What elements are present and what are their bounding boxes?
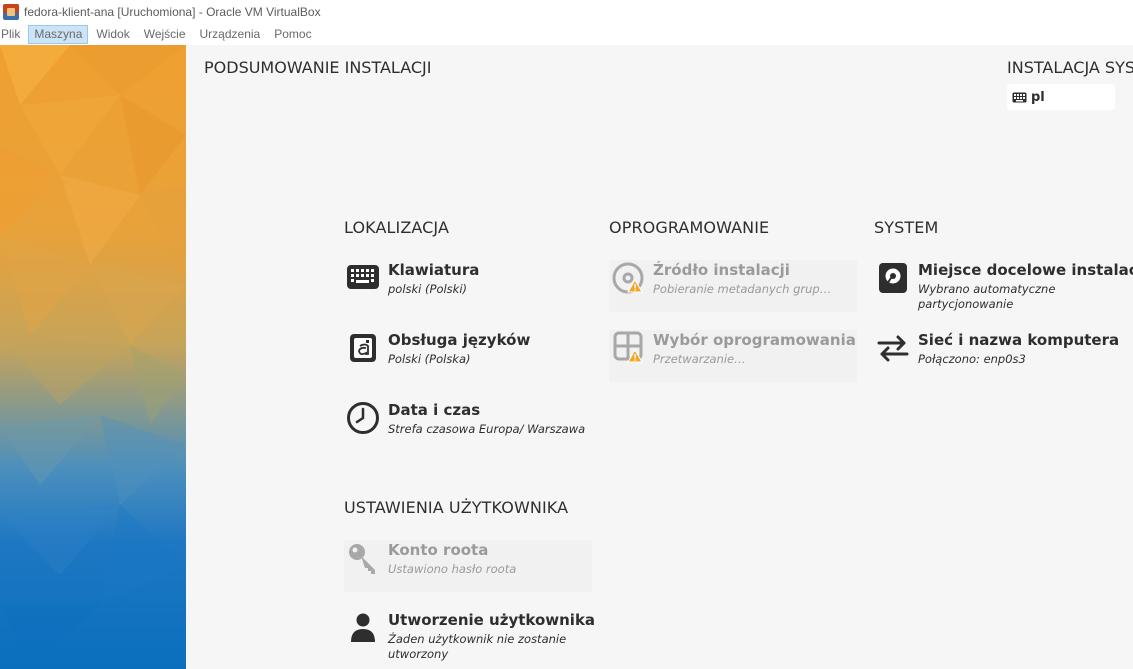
spoke-network-hostname[interactable]: Sieć i nazwa komputera Połączono: enp0s3 — [874, 330, 1124, 382]
section-localization-heading: LOKALIZACJA — [344, 218, 450, 237]
menu-maszyna[interactable]: Maszyna — [28, 25, 89, 44]
spoke-status: Ustawiono hasło roota — [388, 562, 517, 576]
clock-icon — [347, 402, 379, 434]
keyboard-icon — [347, 265, 379, 289]
spoke-software-selection: Wybór oprogramowania Przetwarzanie… — [609, 330, 857, 382]
spoke-name: Klawiatura — [388, 261, 480, 279]
spoke-name: Źródło instalacji — [653, 261, 790, 279]
keyboard-small-icon — [1012, 92, 1027, 102]
window-titlebar: fedora-klient-ana [Uruchomiona] - Oracle… — [0, 0, 1133, 24]
spoke-installation-source: Źródło instalacji Pobieranie metadanych … — [609, 260, 857, 312]
menu-plik[interactable]: Plik — [0, 25, 26, 44]
install-source-icon — [612, 262, 644, 294]
installer-sidebar — [0, 45, 186, 669]
menu-widok[interactable]: Widok — [90, 25, 135, 44]
keyboard-layout-label: pl — [1031, 89, 1045, 105]
spoke-name: Wybór oprogramowania — [653, 331, 856, 349]
spoke-language-support[interactable]: Obsługa języków Polski (Polska) — [344, 330, 592, 382]
section-system-heading: SYSTEM — [874, 218, 939, 237]
language-icon — [350, 334, 376, 362]
window-title: fedora-klient-ana [Uruchomiona] - Oracle… — [24, 5, 321, 19]
software-selection-icon — [613, 331, 643, 363]
spoke-user-creation[interactable]: Utworzenie użytkownika Żaden użytkownik … — [344, 610, 596, 662]
spoke-date-time[interactable]: Data i czas Strefa czasowa Europa/ Warsz… — [344, 400, 592, 452]
spoke-name: Utworzenie użytkownika — [388, 611, 596, 629]
menu-wejscie[interactable]: Wejście — [138, 25, 192, 44]
installer-screen: PODSUMOWANIE INSTALACJI INSTALACJA SYST … — [0, 45, 1133, 669]
product-title: INSTALACJA SYST — [1007, 58, 1133, 77]
spoke-keyboard[interactable]: Klawiatura polski (Polski) — [344, 260, 592, 312]
spoke-status: Pobieranie metadanych grup… — [653, 282, 832, 296]
page-title: PODSUMOWANIE INSTALACJI — [204, 58, 432, 77]
spoke-status: Połączono: enp0s3 — [918, 352, 1026, 366]
key-icon — [349, 544, 375, 574]
spoke-status: polski (Polski) — [388, 282, 468, 296]
spoke-status: Żaden użytkownik nie zostanie utworzony — [388, 632, 567, 661]
spoke-root-account: Konto roota Ustawiono hasło roota — [344, 540, 592, 592]
menu-urzadzenia[interactable]: Urządzenia — [194, 25, 267, 44]
spoke-name: Obsługa języków — [388, 331, 531, 349]
spoke-status: Polski (Polska) — [388, 352, 471, 366]
spoke-status: Przetwarzanie… — [653, 352, 746, 366]
keyboard-layout-indicator[interactable]: pl — [1007, 84, 1115, 110]
disk-icon — [879, 263, 907, 293]
spoke-status: Wybrano automatyczne partycjonowanie — [918, 282, 1056, 311]
sidebar-pattern — [0, 45, 186, 669]
menu-pomoc[interactable]: Pomoc — [268, 25, 317, 44]
virtualbox-app-icon — [3, 4, 19, 20]
network-icon — [877, 335, 909, 362]
section-user-settings-heading: USTAWIENIA UŻYTKOWNIKA — [344, 498, 569, 517]
menu-bar: Plik Maszyna Widok Wejście Urządzenia Po… — [0, 24, 1133, 45]
spoke-installation-destination[interactable]: Miejsce docelowe instalacji Wybrano auto… — [874, 260, 1133, 312]
spoke-status: Strefa czasowa Europa/ Warszawa — [388, 422, 586, 436]
spoke-name: Konto roota — [388, 541, 489, 559]
user-icon — [351, 613, 375, 642]
spoke-name: Data i czas — [388, 401, 481, 419]
spoke-name: Miejsce docelowe instalacji — [918, 261, 1133, 279]
spoke-name: Sieć i nazwa komputera — [918, 331, 1120, 349]
section-software-heading: OPROGRAMOWANIE — [609, 218, 770, 237]
